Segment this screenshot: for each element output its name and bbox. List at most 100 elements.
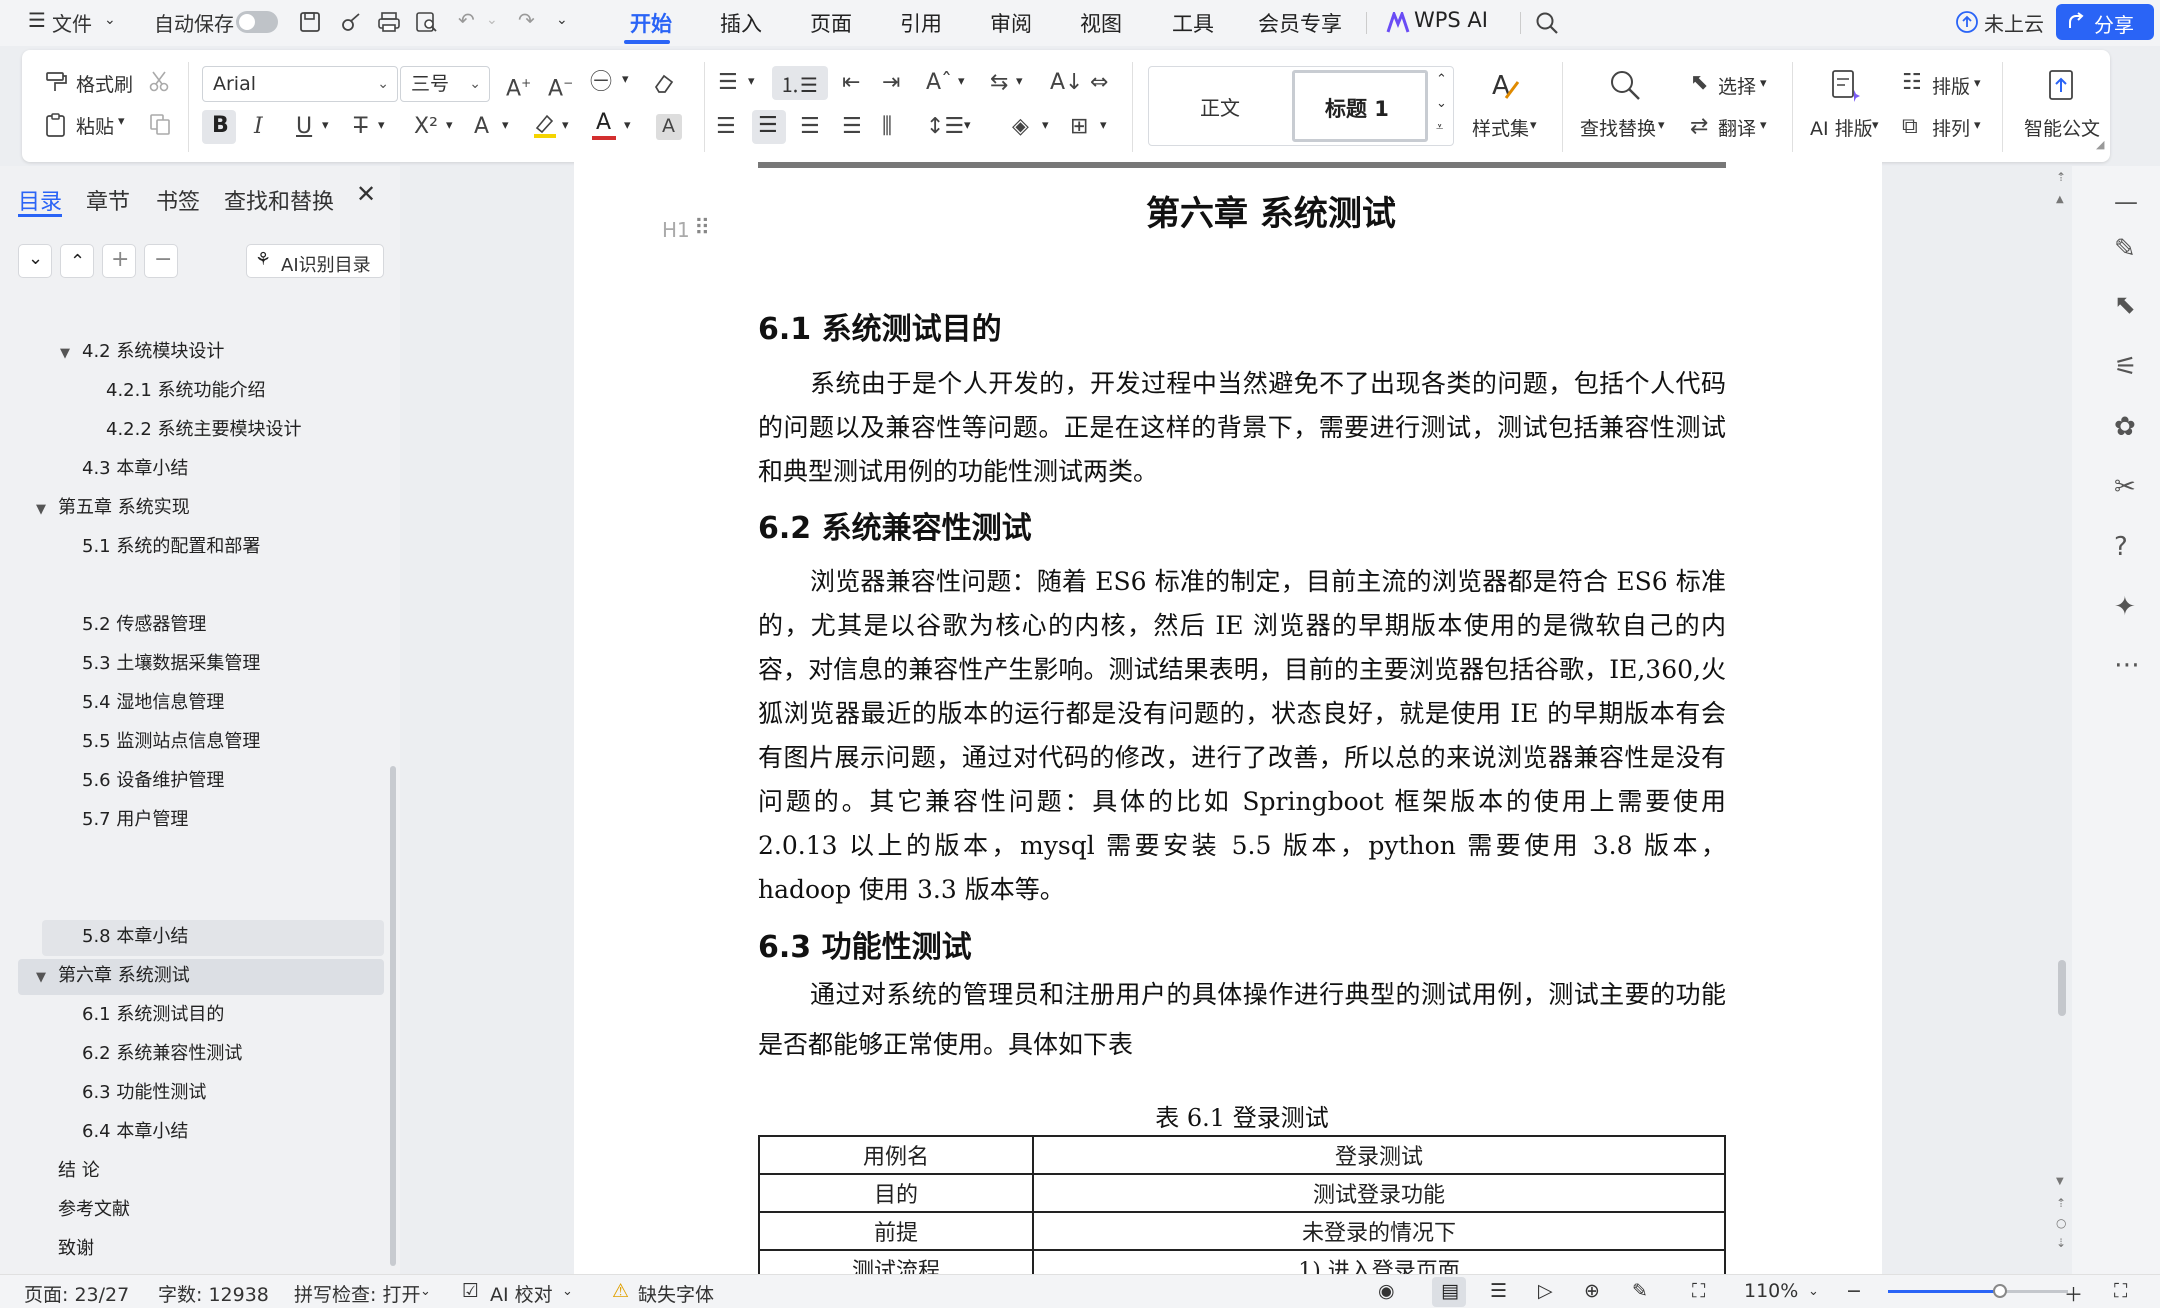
next-page-icon[interactable]: ⇣ (2056, 1236, 2066, 1250)
select-cursor-icon[interactable]: ⬉ (1690, 70, 1708, 96)
print-preview-icon[interactable] (414, 10, 440, 34)
arrange-button[interactable]: 排列 (1932, 114, 1970, 141)
scroll-up-icon[interactable]: ▲ (2056, 194, 2064, 205)
table-cell[interactable]: 用例名 (758, 1135, 1034, 1175)
toc-item[interactable]: 第五章 系统实现 (58, 494, 190, 522)
chevron-down-icon[interactable]: ▾ (322, 118, 329, 133)
increase-font-icon[interactable]: A+ (506, 70, 531, 102)
chevron-down-icon[interactable]: ⌄ (420, 1284, 431, 1299)
style-heading-1[interactable]: 标题 1 (1292, 70, 1428, 142)
line-spacing-icon[interactable]: ↕☰ (926, 114, 964, 140)
shading-icon[interactable]: ◈ (1012, 114, 1029, 140)
toc-item[interactable]: 6.4 本章小结 (82, 1118, 188, 1146)
italic-icon[interactable]: I (254, 114, 263, 140)
borders-icon[interactable]: ⊞ (1070, 114, 1088, 140)
toc-item[interactable]: 4.3 本章小结 (82, 455, 188, 483)
chevron-down-icon[interactable]: ⌄ (556, 12, 568, 28)
collapse-all-button[interactable]: ⌃ (60, 244, 94, 278)
style-set-button[interactable]: 样式集 (1472, 114, 1529, 141)
add-heading-button[interactable]: + (102, 244, 136, 278)
zoom-slider-handle[interactable] (1992, 1284, 2007, 1298)
find-icon[interactable] (1608, 68, 1642, 102)
chevron-down-icon[interactable]: ▾ (562, 118, 569, 133)
layout-icon[interactable]: ☷ (1902, 70, 1922, 96)
chevron-down-icon[interactable]: ⌄ (562, 1284, 573, 1299)
format-painter-icon[interactable] (44, 70, 68, 94)
toc-item[interactable]: 5.4 湿地信息管理 (82, 689, 224, 717)
ai-check-button[interactable]: AI 校对 (490, 1280, 553, 1307)
clear-format-icon[interactable] (652, 72, 676, 94)
paste-icon[interactable] (44, 112, 68, 138)
font-color-button[interactable]: A (592, 110, 618, 142)
scrollbar-thumb[interactable] (2058, 960, 2066, 1016)
decrease-indent-icon[interactable]: ⇤ (842, 70, 860, 96)
highlight-icon[interactable] (532, 112, 558, 140)
tab-view[interactable]: 视图 (1080, 8, 1122, 38)
collapse-arrow-icon[interactable]: ▼ (36, 496, 46, 524)
bullet-list-icon[interactable]: ☰ (718, 70, 738, 96)
ai-check-icon[interactable]: ☑ (462, 1280, 479, 1302)
align-left-icon[interactable]: ☰ (716, 114, 736, 140)
word-count[interactable]: 字数: 12938 (158, 1280, 269, 1307)
tab-bookmarks[interactable]: 书签 (156, 184, 200, 216)
drag-handle-icon[interactable]: ⠿ (694, 216, 710, 241)
superscript-icon[interactable]: X² (414, 114, 438, 140)
format-painter-button[interactable]: 格式刷 (76, 70, 133, 97)
share-link-icon[interactable] (340, 10, 364, 34)
chevron-down-icon[interactable]: ▾ (1760, 76, 1767, 91)
find-replace-button[interactable]: 查找替换 (1580, 114, 1656, 141)
chevron-down-icon[interactable]: ▾ (1530, 118, 1537, 133)
shirt-icon[interactable]: ✦ (2114, 592, 2136, 622)
chevron-down-icon[interactable]: ▾ (1974, 118, 1981, 133)
ribbon-expand-icon[interactable]: ◢ (2096, 138, 2104, 151)
text-effect-icon[interactable]: A (474, 114, 489, 140)
zoom-out-icon[interactable]: − (1846, 1280, 1862, 1302)
pointer-icon[interactable]: ⬉ (2114, 290, 2136, 320)
prev-page-icon[interactable]: ⇡ (2056, 1196, 2066, 1210)
sidebar-scrollbar[interactable] (390, 766, 396, 1266)
toc-item[interactable]: 5.5 监测站点信息管理 (82, 728, 260, 756)
toc-item[interactable]: 参考文献 (58, 1196, 130, 1224)
chevron-down-icon[interactable]: ▾ (1100, 118, 1107, 133)
toc-item[interactable]: 5.2 传感器管理 (82, 611, 206, 639)
chevron-down-icon[interactable]: ▾ (748, 74, 755, 89)
settings-sliders-icon[interactable]: ⚟ (2114, 352, 2137, 382)
chevron-down-icon[interactable]: ▾ (118, 114, 125, 129)
tab-references[interactable]: 引用 (900, 8, 942, 38)
collapse-arrow-icon[interactable]: ▼ (36, 964, 46, 992)
arrange-icon[interactable]: ⧉ (1902, 114, 1918, 140)
toc-item[interactable]: 6.2 系统兼容性测试 (82, 1040, 242, 1068)
chevron-down-icon[interactable]: ▾ (1872, 118, 1879, 133)
chevron-down-icon[interactable]: ▾ (624, 118, 631, 133)
tab-sections[interactable]: 章节 (86, 184, 130, 216)
spell-check-status[interactable]: 拼写检查: 打开 (294, 1280, 420, 1307)
toc-item[interactable]: 5.6 设备维护管理 (82, 767, 224, 795)
chevron-down-icon[interactable]: ▾ (502, 118, 509, 133)
toc-item[interactable]: 6.3 功能性测试 (82, 1079, 206, 1107)
web-view-icon[interactable]: ⊕ (1584, 1280, 1600, 1302)
decrease-font-icon[interactable]: A− (548, 70, 573, 102)
toc-item[interactable]: 4.2.1 系统功能介绍 (106, 377, 266, 405)
chevron-down-icon[interactable]: ⌄ (486, 12, 498, 28)
search-icon[interactable] (1534, 10, 1560, 36)
table-cell[interactable]: 目的 (758, 1173, 1034, 1213)
text-direction-icon[interactable]: Aˆ (926, 70, 952, 96)
chevron-down-icon[interactable]: ▾ (378, 118, 385, 133)
remove-heading-button[interactable]: − (144, 244, 178, 278)
ai-layout-icon[interactable] (1830, 68, 1860, 102)
chevron-down-icon[interactable]: ▾ (958, 74, 965, 89)
toc-item-current[interactable]: 第六章 系统测试 (58, 962, 190, 990)
underline-icon[interactable]: U (296, 114, 312, 140)
chevron-down-icon[interactable]: ▾ (1042, 118, 1049, 133)
play-icon[interactable]: ▷ (1538, 1280, 1553, 1302)
chevron-down-icon[interactable]: ▾ (964, 118, 971, 133)
font-size-select[interactable]: 三号 ⌄ (400, 66, 490, 102)
tab-home[interactable]: 开始 (630, 8, 672, 38)
zoom-value[interactable]: 110% (1744, 1280, 1798, 1302)
style-set-icon[interactable]: A (1490, 68, 1520, 102)
autosave-toggle[interactable] (236, 11, 278, 33)
table-cell[interactable]: 未登录的情况下 (1032, 1211, 1726, 1251)
heading-level-marker[interactable]: H1 (662, 218, 690, 242)
print-icon[interactable] (376, 10, 402, 34)
bold-button[interactable]: B (202, 110, 236, 144)
